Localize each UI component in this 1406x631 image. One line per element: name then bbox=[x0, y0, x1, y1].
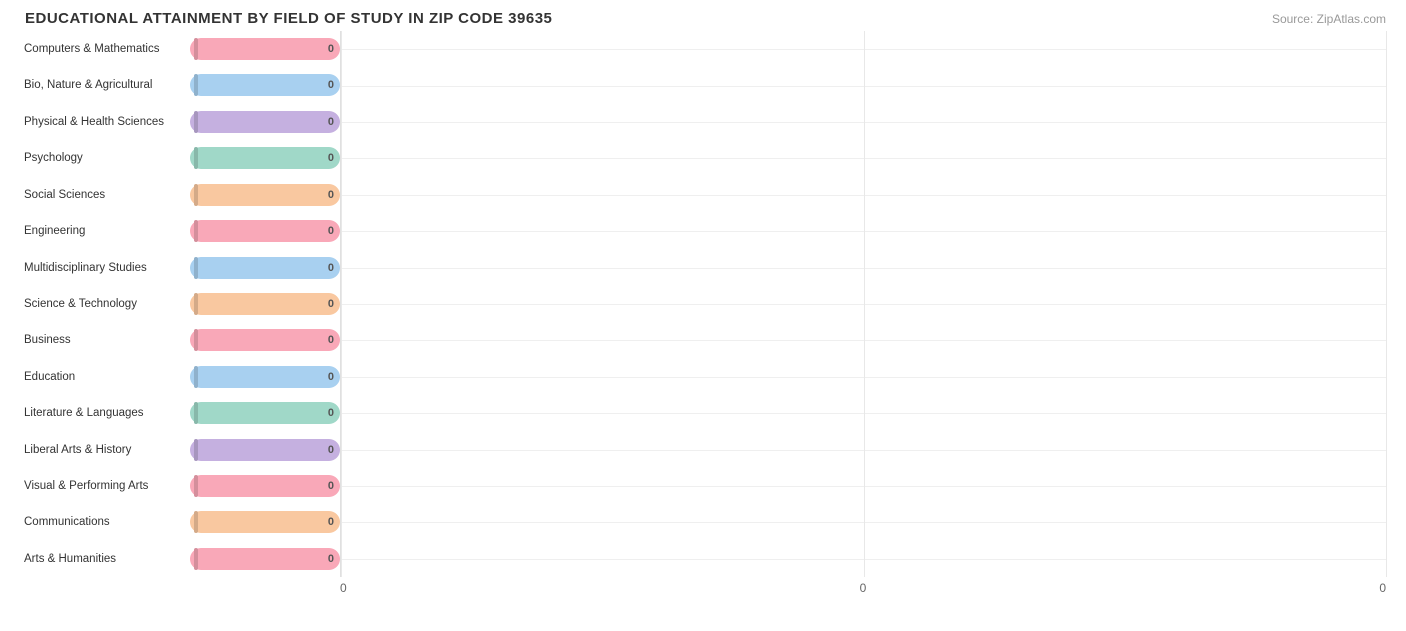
bar-row: Science & Technology 0 bbox=[20, 288, 340, 320]
bar-label: Engineering bbox=[20, 225, 190, 237]
bar-label: Education bbox=[20, 371, 190, 383]
bar-row: Visual & Performing Arts 0 bbox=[20, 470, 340, 502]
bar-label: Psychology bbox=[20, 152, 190, 164]
bar-track: 0 bbox=[190, 220, 340, 242]
bar-fill bbox=[194, 329, 198, 351]
bar-track: 0 bbox=[190, 147, 340, 169]
bar-fill bbox=[194, 548, 198, 570]
bar-fill bbox=[194, 220, 198, 242]
x-label-1: 0 bbox=[860, 581, 867, 595]
bar-row: Liberal Arts & History 0 bbox=[20, 434, 340, 466]
bar-value: 0 bbox=[328, 407, 334, 419]
chart-title: EDUCATIONAL ATTAINMENT BY FIELD OF STUDY… bbox=[20, 10, 1386, 27]
bar-track: 0 bbox=[190, 475, 340, 497]
bar-label: Arts & Humanities bbox=[20, 553, 190, 565]
bar-fill bbox=[194, 184, 198, 206]
x-label-2: 0 bbox=[1379, 581, 1386, 595]
bar-value: 0 bbox=[328, 553, 334, 565]
bars-section: Computers & Mathematics0Bio, Nature & Ag… bbox=[20, 31, 340, 577]
bar-fill bbox=[194, 439, 198, 461]
bar-fill bbox=[194, 147, 198, 169]
bar-track: 0 bbox=[190, 257, 340, 279]
bar-value: 0 bbox=[328, 371, 334, 383]
bar-row: Physical & Health Sciences 0 bbox=[20, 106, 340, 138]
bar-fill bbox=[194, 111, 198, 133]
bar-value: 0 bbox=[328, 225, 334, 237]
bar-row: Multidisciplinary Studies 0 bbox=[20, 252, 340, 284]
bar-row: Business 0 bbox=[20, 324, 340, 356]
bar-label: Multidisciplinary Studies bbox=[20, 262, 190, 274]
bar-label: Bio, Nature & Agricultural bbox=[20, 79, 190, 91]
bar-row: Psychology 0 bbox=[20, 142, 340, 174]
source-label: Source: ZipAtlas.com bbox=[1272, 12, 1386, 26]
bar-row: Arts & Humanities 0 bbox=[20, 543, 340, 575]
bar-track: 0 bbox=[190, 329, 340, 351]
bar-track: 0 bbox=[190, 111, 340, 133]
chart-container: EDUCATIONAL ATTAINMENT BY FIELD OF STUDY… bbox=[0, 0, 1406, 631]
bar-label: Physical & Health Sciences bbox=[20, 116, 190, 128]
bar-value: 0 bbox=[328, 189, 334, 201]
bar-track: 0 bbox=[190, 402, 340, 424]
bar-track: 0 bbox=[190, 366, 340, 388]
bar-row: Engineering 0 bbox=[20, 215, 340, 247]
bar-label: Business bbox=[20, 334, 190, 346]
bar-value: 0 bbox=[328, 480, 334, 492]
bar-value: 0 bbox=[328, 262, 334, 274]
bar-value: 0 bbox=[328, 79, 334, 91]
grid-line-mid bbox=[864, 31, 865, 577]
bar-fill bbox=[194, 38, 198, 60]
bar-track: 0 bbox=[190, 38, 340, 60]
bar-fill bbox=[194, 293, 198, 315]
bar-value: 0 bbox=[328, 334, 334, 346]
bar-label: Computers & Mathematics bbox=[20, 43, 190, 55]
bar-value: 0 bbox=[328, 516, 334, 528]
bar-label: Science & Technology bbox=[20, 298, 190, 310]
bar-track: 0 bbox=[190, 548, 340, 570]
x-label-0: 0 bbox=[340, 581, 347, 595]
grid-line-right bbox=[1386, 31, 1387, 577]
bar-row: Social Sciences 0 bbox=[20, 179, 340, 211]
bar-value: 0 bbox=[328, 444, 334, 456]
bar-label: Social Sciences bbox=[20, 189, 190, 201]
bar-row: Computers & Mathematics 0 bbox=[20, 33, 340, 65]
bar-row: Communications 0 bbox=[20, 506, 340, 538]
bar-row: Bio, Nature & Agricultural 0 bbox=[20, 69, 340, 101]
x-axis: 0 0 0 bbox=[20, 581, 1386, 595]
bar-track: 0 bbox=[190, 184, 340, 206]
bar-value: 0 bbox=[328, 152, 334, 164]
bar-fill bbox=[194, 366, 198, 388]
chart-area: Computers & Mathematics0Bio, Nature & Ag… bbox=[20, 31, 1386, 577]
bar-value: 0 bbox=[328, 298, 334, 310]
bar-fill bbox=[194, 511, 198, 533]
bar-fill bbox=[194, 257, 198, 279]
grid-section bbox=[340, 31, 1386, 577]
bar-label: Liberal Arts & History bbox=[20, 444, 190, 456]
bar-fill bbox=[194, 74, 198, 96]
bar-value: 0 bbox=[328, 116, 334, 128]
bar-track: 0 bbox=[190, 511, 340, 533]
bar-label: Communications bbox=[20, 516, 190, 528]
bar-track: 0 bbox=[190, 74, 340, 96]
bar-row: Education 0 bbox=[20, 361, 340, 393]
bar-fill bbox=[194, 402, 198, 424]
bar-row: Literature & Languages 0 bbox=[20, 397, 340, 429]
bar-value: 0 bbox=[328, 43, 334, 55]
bar-track: 0 bbox=[190, 439, 340, 461]
bar-label: Visual & Performing Arts bbox=[20, 480, 190, 492]
bar-label: Literature & Languages bbox=[20, 407, 190, 419]
grid-line-left bbox=[341, 31, 342, 577]
bar-track: 0 bbox=[190, 293, 340, 315]
bar-fill bbox=[194, 475, 198, 497]
